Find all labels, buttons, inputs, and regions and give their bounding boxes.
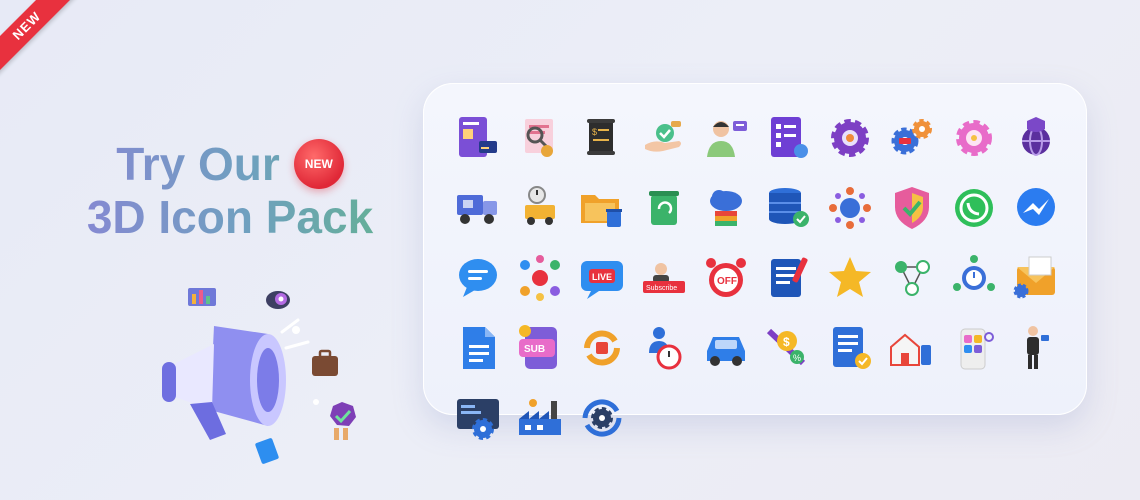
shield-check-icon <box>883 179 941 237</box>
smart-home-icon <box>883 319 941 377</box>
svg-text:%: % <box>793 353 801 363</box>
document-icon <box>449 319 507 377</box>
badge-icon <box>330 402 356 440</box>
alarm-clock-icon: OFF <box>697 249 755 307</box>
invoice-icon <box>449 109 507 167</box>
sync-gear-icon <box>573 389 631 447</box>
businessman-icon <box>1007 319 1065 377</box>
document-check-icon <box>821 319 879 377</box>
refresh-icon <box>573 319 631 377</box>
gears-icon <box>883 109 941 167</box>
network-globe-icon <box>821 179 879 237</box>
icon-pack-panel: $ LIVE Subscribe OFF SUB $ % <box>423 83 1087 440</box>
whatsapp-icon <box>945 179 1003 237</box>
clock-process-icon <box>945 249 1003 307</box>
svg-text:OFF: OFF <box>717 276 737 287</box>
timer-user-icon <box>635 319 693 377</box>
icon-grid: $ LIVE Subscribe OFF SUB $ % <box>449 109 1065 459</box>
messenger-icon <box>1007 179 1065 237</box>
email-settings-icon <box>1007 249 1065 307</box>
checklist-icon <box>759 109 817 167</box>
headline-line-1: Try Our <box>116 138 280 190</box>
certificate-search-icon <box>511 109 569 167</box>
target-icon <box>266 291 290 309</box>
support-agent-icon <box>697 109 755 167</box>
globe-shield-icon <box>1007 109 1065 167</box>
headline: Try Our NEW 3D Icon Pack <box>50 138 410 244</box>
megaphone-illustration <box>150 280 390 480</box>
network-nodes-icon <box>883 249 941 307</box>
svg-text:SUB: SUB <box>524 344 545 355</box>
factory-icon <box>511 389 569 447</box>
pink-gear-icon <box>945 109 1003 167</box>
megaphone-icon <box>162 288 356 464</box>
database-check-icon <box>759 179 817 237</box>
new-ribbon-corner: NEW <box>0 0 90 90</box>
svg-text:$: $ <box>783 335 790 349</box>
car-icon <box>697 319 755 377</box>
fast-delivery-icon <box>511 179 569 237</box>
live-stream-icon: LIVE <box>573 249 631 307</box>
subscribe-icon: Subscribe <box>635 249 693 307</box>
star-icon <box>821 249 879 307</box>
payment-hand-icon <box>635 109 693 167</box>
briefcase-icon <box>312 349 338 376</box>
bar-chart-icon <box>188 288 216 306</box>
chat-bubble-icon <box>449 249 507 307</box>
receipt-scroll-icon: $ <box>573 109 631 167</box>
app-grid-icon <box>945 319 1003 377</box>
currency-exchange-icon: $% <box>759 319 817 377</box>
new-badge: NEW <box>293 139 344 190</box>
headline-line-2: 3D Icon Pack <box>50 191 410 244</box>
svg-text:LIVE: LIVE <box>592 272 612 282</box>
gear-settings-icon <box>821 109 879 167</box>
notes-icon <box>759 249 817 307</box>
web-settings-icon <box>449 389 507 447</box>
delivery-truck-icon <box>449 179 507 237</box>
recycle-bin-icon <box>635 179 693 237</box>
social-icons-icon <box>511 249 569 307</box>
new-ribbon-label: NEW <box>0 0 82 81</box>
cloud-storage-icon <box>697 179 755 237</box>
subscription-icon: SUB <box>511 319 569 377</box>
svg-text:Subscribe: Subscribe <box>646 285 677 292</box>
document-icon <box>255 438 279 464</box>
svg-text:$: $ <box>592 127 597 137</box>
folder-trash-icon <box>573 179 631 237</box>
